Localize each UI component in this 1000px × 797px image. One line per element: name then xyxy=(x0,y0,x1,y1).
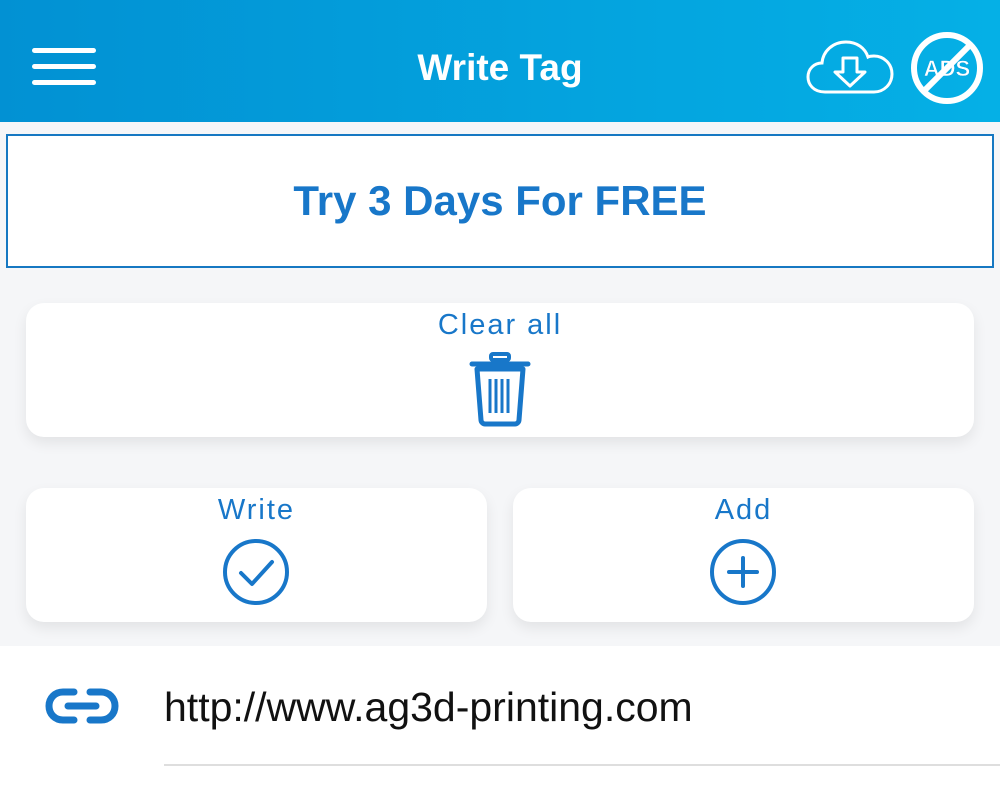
page-title: Write Tag xyxy=(417,47,583,88)
add-button[interactable]: Add xyxy=(513,488,974,622)
plus-circle-icon xyxy=(710,539,776,605)
divider xyxy=(164,764,1000,766)
clear-all-button[interactable]: Clear all xyxy=(26,303,974,437)
link-icon xyxy=(45,688,119,724)
list-item[interactable]: http://www.ag3d-printing.com xyxy=(0,646,1000,766)
write-label: Write xyxy=(217,494,296,526)
no-ads-icon: ADS xyxy=(911,32,983,104)
app-header: Write Tag ADS xyxy=(0,0,1000,122)
cloud-download-icon xyxy=(806,40,894,94)
cloud-download-button[interactable] xyxy=(805,36,895,98)
hamburger-line xyxy=(32,64,96,69)
trash-icon xyxy=(469,352,531,427)
add-label: Add xyxy=(714,494,773,526)
no-ads-button[interactable]: ADS xyxy=(909,30,985,106)
free-trial-banner[interactable]: Try 3 Days For FREE xyxy=(6,134,994,268)
write-button[interactable]: Write xyxy=(26,488,487,622)
hamburger-menu-icon xyxy=(32,48,96,53)
menu-button[interactable] xyxy=(30,44,98,90)
records-list: http://www.ag3d-printing.com xyxy=(0,646,1000,797)
check-circle-icon xyxy=(223,539,289,605)
clear-all-label: Clear all xyxy=(437,309,563,341)
free-trial-label: Try 3 Days For FREE xyxy=(293,177,707,224)
record-value: http://www.ag3d-printing.com xyxy=(164,684,693,730)
hamburger-line xyxy=(32,80,96,85)
